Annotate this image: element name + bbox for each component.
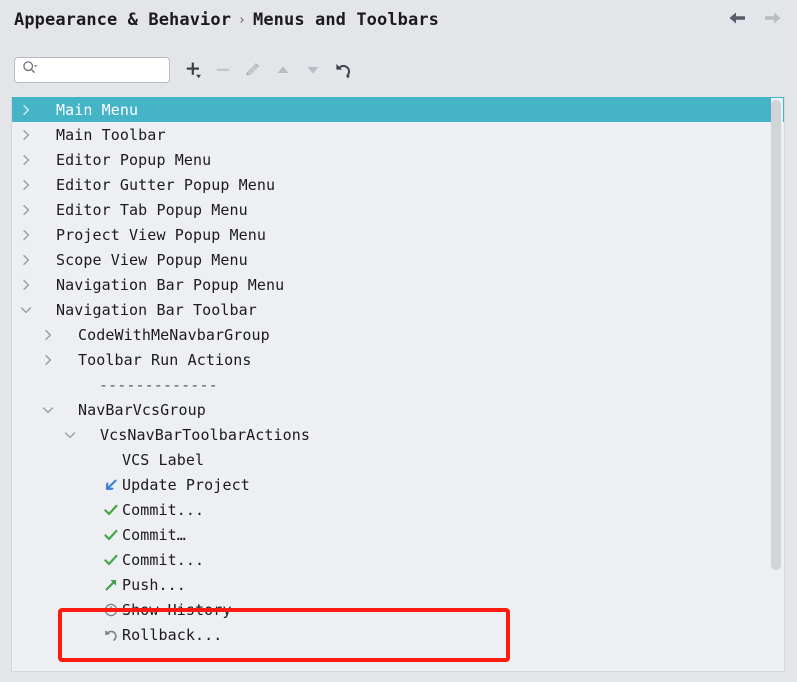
chevron-down-icon[interactable] [16, 303, 35, 317]
tree-row-label: Commit... [122, 550, 205, 569]
commit-icon [101, 552, 121, 568]
restore-defaults-button[interactable] [328, 57, 358, 83]
tree-row-label: CodeWithMeNavbarGroup [78, 325, 270, 344]
chevron-right-icon[interactable] [16, 278, 35, 292]
tree-row[interactable]: Scope View Popup Menu [12, 247, 784, 272]
tree-row-label: Main Menu [56, 100, 139, 119]
breadcrumb: Appearance & Behavior › Menus and Toolba… [14, 10, 439, 30]
tree-row[interactable]: Main Toolbar [12, 122, 784, 147]
toolbar-buttons [178, 57, 358, 83]
tree-row-label: Scope View Popup Menu [56, 250, 248, 269]
move-down-button [298, 57, 328, 83]
tree-row-label: Editor Tab Popup Menu [56, 200, 248, 219]
tree-row-label: Navigation Bar Popup Menu [56, 275, 285, 294]
chevron-right-icon[interactable] [16, 128, 35, 142]
chevron-right-icon[interactable] [16, 228, 35, 242]
tree-row-label: Editor Popup Menu [56, 150, 212, 169]
tree-row[interactable]: Editor Popup Menu [12, 147, 784, 172]
scrollbar-thumb[interactable] [771, 100, 781, 570]
tree-row[interactable]: Commit... [12, 497, 784, 522]
chevron-right-icon[interactable] [38, 328, 57, 342]
tree-row-list: Main Menu Main Toolbar Editor Popup Menu Ed… [12, 97, 784, 647]
menus-and-toolbars-tree[interactable]: Main Menu Main Toolbar Editor Popup Menu Ed… [11, 97, 785, 672]
chevron-right-icon[interactable] [16, 103, 35, 117]
push-icon [101, 577, 121, 593]
tree-row-label: Main Toolbar [56, 125, 166, 144]
tree-row[interactable]: Toolbar Run Actions [12, 347, 784, 372]
tree-row-label: NavBarVcsGroup [78, 400, 206, 419]
tree-row[interactable]: Editor Tab Popup Menu [12, 197, 784, 222]
tree-row-label: Update Project [122, 475, 250, 494]
edit-button [238, 57, 268, 83]
tree-row[interactable]: Rollback... [12, 622, 784, 647]
navigation-arrows [727, 10, 783, 30]
tree-row-label: Show History [122, 600, 232, 619]
tree-row[interactable]: VCS Label [12, 447, 784, 472]
arrow-left-icon[interactable] [727, 10, 747, 30]
tree-row-label: Toolbar Run Actions [78, 350, 252, 369]
tree-row-label: Rollback... [122, 625, 223, 644]
breadcrumb-item-appearance[interactable]: Appearance & Behavior [14, 10, 231, 30]
remove-button [208, 57, 238, 83]
tree-row-label: Editor Gutter Popup Menu [56, 175, 276, 194]
tree-row[interactable]: VcsNavBarToolbarActions [12, 422, 784, 447]
chevron-right-icon[interactable] [16, 253, 35, 267]
arrow-right-icon [763, 10, 783, 30]
tree-toolbar [0, 44, 797, 96]
tree-row-label: Project View Popup Menu [56, 225, 267, 244]
commit-icon [101, 502, 121, 518]
rollback-icon [101, 627, 121, 643]
tree-row[interactable]: Navigation Bar Popup Menu [12, 272, 784, 297]
chevron-right-icon[interactable] [16, 178, 35, 192]
tree-row-label: Commit... [122, 500, 205, 519]
tree-row[interactable]: Project View Popup Menu [12, 222, 784, 247]
chevron-down-icon[interactable] [60, 428, 79, 442]
breadcrumb-item-menus-and-toolbars: Menus and Toolbars [252, 10, 440, 30]
move-up-button [268, 57, 298, 83]
search-field[interactable] [14, 57, 170, 83]
tree-separator-label: ------------- [99, 375, 218, 394]
tree-row-label: Push... [122, 575, 186, 594]
tree-separator: ------------- [12, 372, 784, 397]
tree-row[interactable]: Update Project [12, 472, 784, 497]
settings-window: Appearance & Behavior › Menus and Toolba… [0, 0, 797, 682]
tree-row[interactable]: Main Menu [12, 97, 784, 122]
breadcrumb-separator-icon: › [238, 13, 246, 28]
tree-row[interactable]: Navigation Bar Toolbar [12, 297, 784, 322]
tree-row[interactable]: NavBarVcsGroup [12, 397, 784, 422]
add-button[interactable] [178, 57, 208, 83]
search-icon [22, 60, 38, 80]
tree-row-label: Commit… [122, 525, 186, 544]
tree-row-label: VcsNavBarToolbarActions [100, 425, 311, 444]
history-icon [101, 602, 121, 618]
tree-row[interactable]: Push... [12, 572, 784, 597]
tree-row[interactable]: CodeWithMeNavbarGroup [12, 322, 784, 347]
tree-row-label: Navigation Bar Toolbar [56, 300, 257, 319]
chevron-down-icon[interactable] [38, 403, 57, 417]
commit-icon [101, 527, 121, 543]
chevron-right-icon[interactable] [16, 153, 35, 167]
header-bar: Appearance & Behavior › Menus and Toolba… [0, 0, 797, 44]
chevron-right-icon[interactable] [16, 203, 35, 217]
tree-row[interactable]: Commit... [12, 547, 784, 572]
update-project-icon [101, 477, 121, 493]
tree-row[interactable]: Commit… [12, 522, 784, 547]
chevron-right-icon[interactable] [38, 353, 57, 367]
tree-row[interactable]: Editor Gutter Popup Menu [12, 172, 784, 197]
tree-row[interactable]: Show History [12, 597, 784, 622]
tree-row-label: VCS Label [122, 450, 205, 469]
search-input[interactable] [38, 63, 160, 77]
vertical-scrollbar[interactable] [771, 98, 783, 671]
